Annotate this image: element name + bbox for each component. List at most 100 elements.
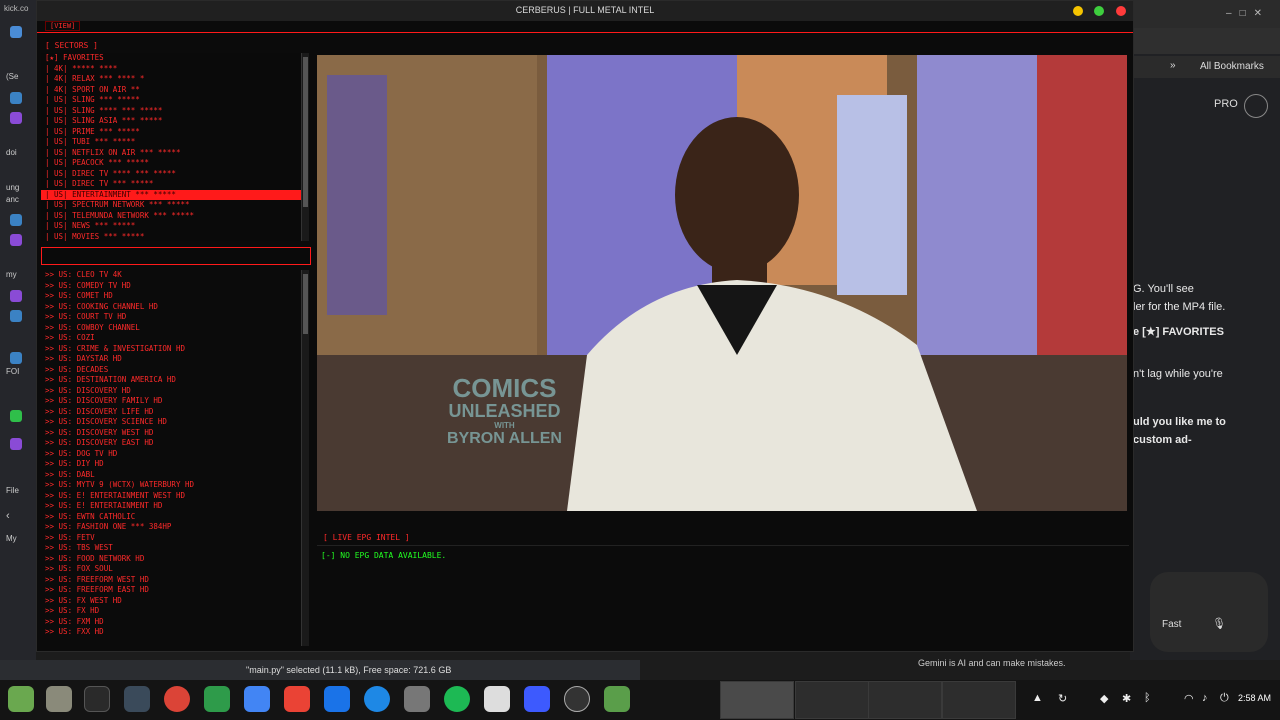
channel-item[interactable]: >> US: FX HD	[41, 606, 303, 617]
system-monitor-icon[interactable]	[124, 686, 150, 712]
sector-item[interactable]: | 4K| ***** ****	[41, 64, 303, 75]
sector-item[interactable]: | US| NETFLIX ON AIR *** *****	[41, 148, 303, 159]
mic-icon[interactable]	[10, 438, 22, 450]
avatar[interactable]	[1244, 94, 1268, 118]
browser-tab-fragment[interactable]: kick.co	[4, 4, 28, 13]
channel-item[interactable]: >> US: DAYSTAR HD	[41, 354, 303, 365]
sector-item[interactable]: [★] FAVORITES	[41, 53, 303, 64]
gmail-icon[interactable]	[284, 686, 310, 712]
bluetooth-icon[interactable]: ᛒ	[1144, 692, 1151, 704]
chevron-right-icon[interactable]: »	[1170, 60, 1176, 71]
channel-item[interactable]: >> US: E! ENTERTAINMENT HD	[41, 501, 303, 512]
channel-item[interactable]: >> US: DISCOVERY SCIENCE HD	[41, 417, 303, 428]
view-menu[interactable]: [VIEW]	[45, 21, 81, 31]
document-icon[interactable]	[484, 686, 510, 712]
settings-icon[interactable]	[604, 686, 630, 712]
channel-item[interactable]: >> US: DISCOVERY HD	[41, 386, 303, 397]
workspace-3[interactable]	[868, 681, 942, 719]
vpn-tray-icon[interactable]: ▲	[1032, 692, 1043, 704]
channel-item[interactable]: >> US: FOX SOUL	[41, 564, 303, 575]
channel-item[interactable]: >> US: FOOD NETWORK HD	[41, 554, 303, 565]
channel-item[interactable]: >> US: COWBOY CHANNEL	[41, 323, 303, 334]
video-player[interactable]: COMICS UNLEASHED WITH BYRON ALLEN	[317, 55, 1127, 511]
channel-item[interactable]: >> US: DOG TV HD	[41, 449, 303, 460]
chevron-left-icon[interactable]: ‹	[6, 510, 10, 522]
channel-item[interactable]: >> US: CLEO TV 4K	[41, 270, 303, 281]
power-icon[interactable]: ⏻	[1220, 692, 1229, 705]
calendar-icon[interactable]	[244, 686, 270, 712]
taskbar-clock[interactable]: 2:58 AM	[1238, 693, 1271, 703]
app-icon[interactable]	[10, 92, 22, 104]
minimize-button[interactable]	[1073, 6, 1083, 16]
channels-list[interactable]: >> US: CLEO TV 4K >> US: COMEDY TV HD >> U…	[41, 270, 303, 646]
spotify-icon[interactable]	[444, 686, 470, 712]
channel-item[interactable]: >> US: COURT TV HD	[41, 312, 303, 323]
channel-item[interactable]: >> US: DISCOVERY LIFE HD	[41, 407, 303, 418]
vpn-icon[interactable]	[524, 686, 550, 712]
sector-item[interactable]: | US| NEWS *** *****	[41, 221, 303, 232]
channel-item[interactable]: >> US: FETV	[41, 533, 303, 544]
channel-item[interactable]: >> US: FREEFORM EAST HD	[41, 585, 303, 596]
window-titlebar[interactable]: CERBERUS | FULL METAL INTEL	[37, 1, 1133, 21]
model-speed-select[interactable]: Fast	[1162, 619, 1181, 630]
channel-item[interactable]: >> US: EWTN CATHOLIC	[41, 512, 303, 523]
channel-item[interactable]: >> US: DESTINATION AMERICA HD	[41, 375, 303, 386]
sector-item[interactable]: | US| SLING *** *****	[41, 95, 303, 106]
channels-scrollbar[interactable]	[301, 270, 309, 646]
channel-item[interactable]: >> US: DISCOVERY FAMILY HD	[41, 396, 303, 407]
sector-item[interactable]: | US| DIREC TV **** *** *****	[41, 169, 303, 180]
app-icon[interactable]	[10, 310, 22, 322]
sector-item[interactable]: | US| SLING **** *** *****	[41, 106, 303, 117]
mic-icon[interactable]	[10, 290, 22, 302]
sector-item[interactable]: | 4K| SPORT ON AIR **	[41, 85, 303, 96]
sector-item[interactable]: | US| TELEMUNDA NETWORK *** *****	[41, 211, 303, 222]
outlook-icon[interactable]	[324, 686, 350, 712]
files-icon[interactable]	[46, 686, 72, 712]
channel-item[interactable]: >> US: COMET HD	[41, 291, 303, 302]
sector-item[interactable]: | US| MOVIES *** *****	[41, 232, 303, 242]
channel-item[interactable]: >> US: COZI	[41, 333, 303, 344]
chat-icon[interactable]	[10, 410, 22, 422]
channel-item[interactable]: >> US: FXX HD	[41, 627, 303, 638]
close-button[interactable]	[1116, 6, 1126, 16]
app-menu-icon[interactable]	[8, 686, 34, 712]
sector-item[interactable]: | US| PRIME *** *****	[41, 127, 303, 138]
workspace-2[interactable]	[795, 681, 869, 719]
sector-item[interactable]: | US| DIREC TV *** *****	[41, 179, 303, 190]
volume-icon[interactable]: ♪	[1202, 692, 1208, 704]
sector-item[interactable]: | US| SPECTRUM NETWORK *** *****	[41, 200, 303, 211]
network-tray-icon[interactable]: ✱	[1122, 692, 1131, 705]
channel-item[interactable]: >> US: FASHION ONE *** 384HP	[41, 522, 303, 533]
channel-item[interactable]: >> US: COOKING CHANNEL HD	[41, 302, 303, 313]
sectors-list[interactable]: [★] FAVORITES | 4K| ***** **** | 4K| RELAX…	[41, 53, 303, 241]
all-bookmarks-link[interactable]: All Bookmarks	[1200, 61, 1264, 72]
channel-item[interactable]: >> US: CRIME & INVESTIGATION HD	[41, 344, 303, 355]
app-icon[interactable]	[10, 26, 22, 38]
sectors-scrollbar[interactable]	[301, 53, 309, 241]
terminal-icon[interactable]	[84, 686, 110, 712]
channel-search-input[interactable]	[41, 247, 311, 265]
sliver-label[interactable]: My	[6, 534, 17, 543]
update-tray-icon[interactable]: ↻	[1058, 692, 1067, 705]
channel-item[interactable]: >> US: MYTV 9 (WCTX) WATERBURY HD	[41, 480, 303, 491]
shield-icon[interactable]: ◆	[1100, 692, 1108, 705]
app-icon[interactable]	[10, 214, 22, 226]
sliver-label[interactable]: File	[6, 486, 19, 495]
channel-item[interactable]: >> US: DISCOVERY EAST HD	[41, 438, 303, 449]
chat-icon[interactable]	[204, 686, 230, 712]
chat-input[interactable]: Fast 🎙	[1150, 572, 1268, 652]
sector-item[interactable]: | US| PEACOCK *** *****	[41, 158, 303, 169]
channel-item[interactable]: >> US: DABL	[41, 470, 303, 481]
channel-item[interactable]: >> US: DIY HD	[41, 459, 303, 470]
workspace-1[interactable]	[720, 681, 794, 719]
sector-item[interactable]: | 4K| RELAX *** **** *	[41, 74, 303, 85]
sector-item[interactable]: | US| SLING ASIA *** *****	[41, 116, 303, 127]
image-viewer-icon[interactable]	[404, 686, 430, 712]
channel-item[interactable]: >> US: E! ENTERTAINMENT WEST HD	[41, 491, 303, 502]
channel-item[interactable]: >> US: FREEFORM WEST HD	[41, 575, 303, 586]
obs-icon[interactable]	[564, 686, 590, 712]
mic-icon[interactable]: 🎙	[1212, 617, 1226, 630]
messenger-icon[interactable]	[364, 686, 390, 712]
mic-icon[interactable]	[10, 112, 22, 124]
workspace-4[interactable]	[942, 681, 1016, 719]
